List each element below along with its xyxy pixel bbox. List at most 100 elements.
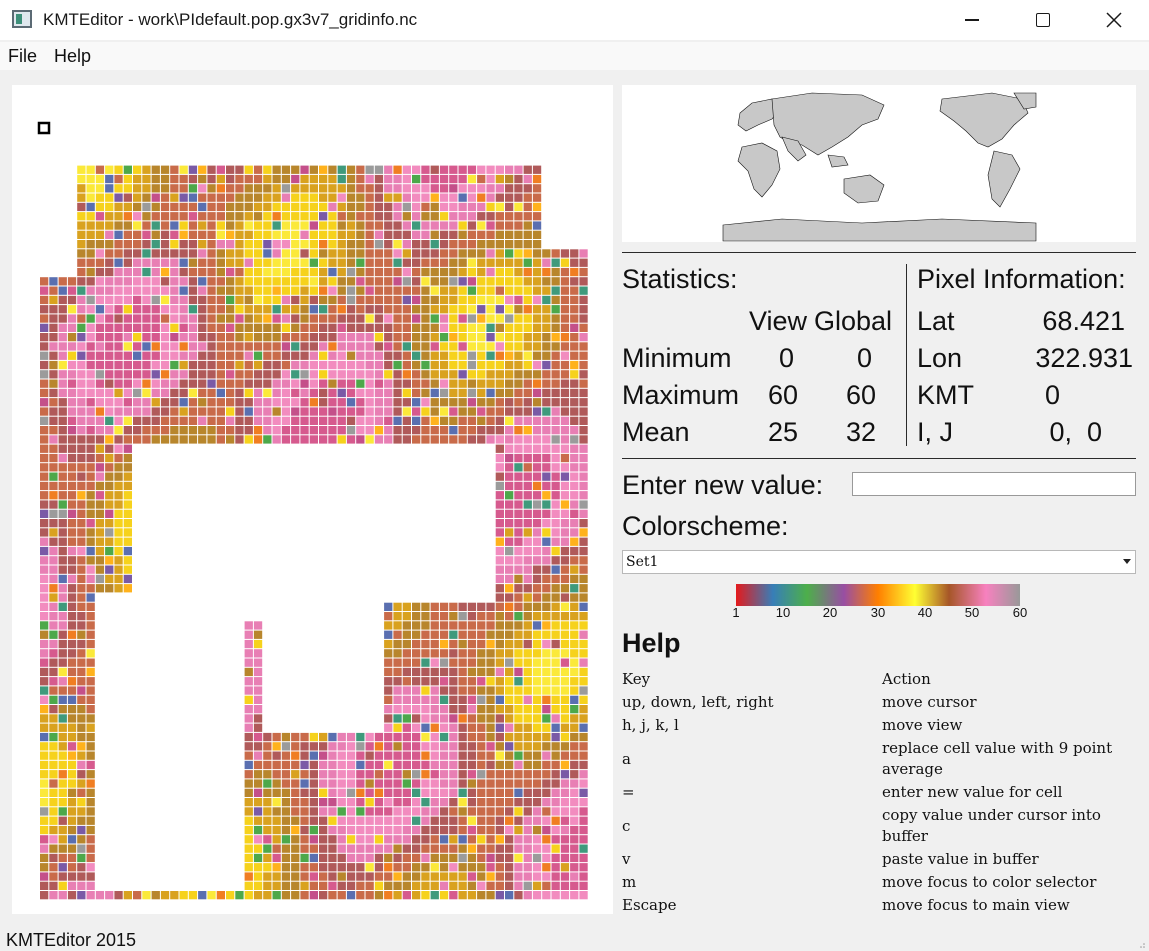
grid-cell xyxy=(253,240,263,249)
grid-cell xyxy=(309,751,318,760)
grid-cell xyxy=(439,751,449,760)
grid-cell xyxy=(86,705,95,714)
grid-cell xyxy=(226,351,235,360)
grid-cell xyxy=(542,649,551,658)
grid-cell xyxy=(40,333,49,342)
colorscheme-select[interactable]: Set1 xyxy=(622,550,1136,574)
grid-cell xyxy=(123,184,132,193)
grid-cell xyxy=(458,621,467,630)
stat-global-minimum: 0 xyxy=(856,343,872,373)
grid-cell xyxy=(235,360,244,370)
grid-cell xyxy=(253,379,263,388)
grid-cell xyxy=(374,825,384,835)
grid-cell xyxy=(560,714,570,723)
grid-cell xyxy=(263,435,272,444)
grid-cell xyxy=(374,844,384,853)
close-button[interactable] xyxy=(1079,0,1149,40)
new-value-input[interactable] xyxy=(852,472,1136,496)
grid-cell xyxy=(430,844,439,853)
grid-cell xyxy=(523,844,532,853)
grid-cell xyxy=(253,825,263,835)
grid-cell xyxy=(67,770,77,779)
grid-cell xyxy=(412,407,421,416)
grid-cell xyxy=(505,463,514,472)
grid-cell xyxy=(309,742,318,751)
grid-cell xyxy=(105,249,114,258)
menu-file[interactable]: File xyxy=(8,46,37,67)
grid-cell xyxy=(346,184,356,193)
grid-cell xyxy=(309,426,318,435)
grid-cell xyxy=(505,323,514,332)
grid-cell xyxy=(272,184,281,193)
grid-cell xyxy=(374,212,384,221)
grid-cell xyxy=(532,351,542,360)
grid-cell xyxy=(514,463,523,472)
grid-cell xyxy=(86,202,95,212)
minimize-button[interactable] xyxy=(937,0,1007,40)
grid-cell xyxy=(328,863,337,872)
grid-cell xyxy=(40,416,49,425)
grid-cell xyxy=(142,305,151,314)
grid-cell xyxy=(570,742,579,751)
grid-cell xyxy=(67,379,77,388)
grid-cell xyxy=(570,398,579,407)
grid-cell xyxy=(253,267,263,277)
grid-cell xyxy=(402,184,411,193)
grid-cell xyxy=(477,891,486,900)
grid-cell xyxy=(551,519,560,528)
grid-cell xyxy=(505,491,514,500)
grid-cell xyxy=(412,360,421,370)
grid-cell xyxy=(40,621,49,630)
kmt-grid-view[interactable] xyxy=(12,85,613,914)
grid-cell xyxy=(86,686,95,695)
grid-cell xyxy=(495,760,504,770)
grid-cell xyxy=(495,407,504,416)
grid-cell xyxy=(532,444,542,453)
grid-cell xyxy=(579,509,588,518)
grid-cell xyxy=(542,528,551,537)
grid-cell xyxy=(86,658,95,667)
grid-cell xyxy=(402,305,411,314)
grid-cell xyxy=(77,360,86,370)
grid-cell xyxy=(105,500,114,509)
grid-cell xyxy=(421,240,430,249)
grid-cell xyxy=(49,723,58,732)
grid-cell xyxy=(523,742,532,751)
grid-cell xyxy=(337,770,346,779)
grid-cell xyxy=(374,435,384,444)
grid-cell xyxy=(421,621,430,630)
grid-cell xyxy=(216,333,225,342)
grid-cell xyxy=(281,174,291,184)
grid-cell xyxy=(505,667,514,677)
grid-cell xyxy=(281,732,291,742)
grid-cell xyxy=(505,184,514,193)
grid-cell xyxy=(579,379,588,388)
grid-cell xyxy=(421,184,430,193)
grid-cell xyxy=(495,426,504,435)
grid-cell xyxy=(49,491,58,500)
grid-cell xyxy=(365,351,374,360)
grid-cell xyxy=(393,639,402,649)
menu-help[interactable]: Help xyxy=(54,46,91,67)
resize-grip-icon[interactable] xyxy=(1137,940,1145,948)
grid-cell xyxy=(114,277,123,286)
grid-cell xyxy=(579,742,588,751)
grid-cell xyxy=(551,686,560,695)
grid-cell xyxy=(477,649,486,658)
grid-cell xyxy=(449,388,458,398)
grid-cell xyxy=(430,770,439,779)
grid-cell xyxy=(384,732,393,742)
grid-cell xyxy=(272,807,281,816)
grid-cell xyxy=(309,323,318,332)
grid-cell xyxy=(133,379,142,388)
grid-cell xyxy=(449,770,458,779)
grid-cell xyxy=(263,249,272,258)
grid-cell xyxy=(67,388,77,398)
maximize-button[interactable] xyxy=(1008,0,1078,40)
grid-cell xyxy=(514,342,523,351)
grid-cell xyxy=(579,453,588,463)
kmt-grid-canvas[interactable] xyxy=(12,85,613,914)
grid-cell xyxy=(77,760,86,770)
grid-cell xyxy=(514,742,523,751)
world-overview-map[interactable] xyxy=(622,85,1136,242)
